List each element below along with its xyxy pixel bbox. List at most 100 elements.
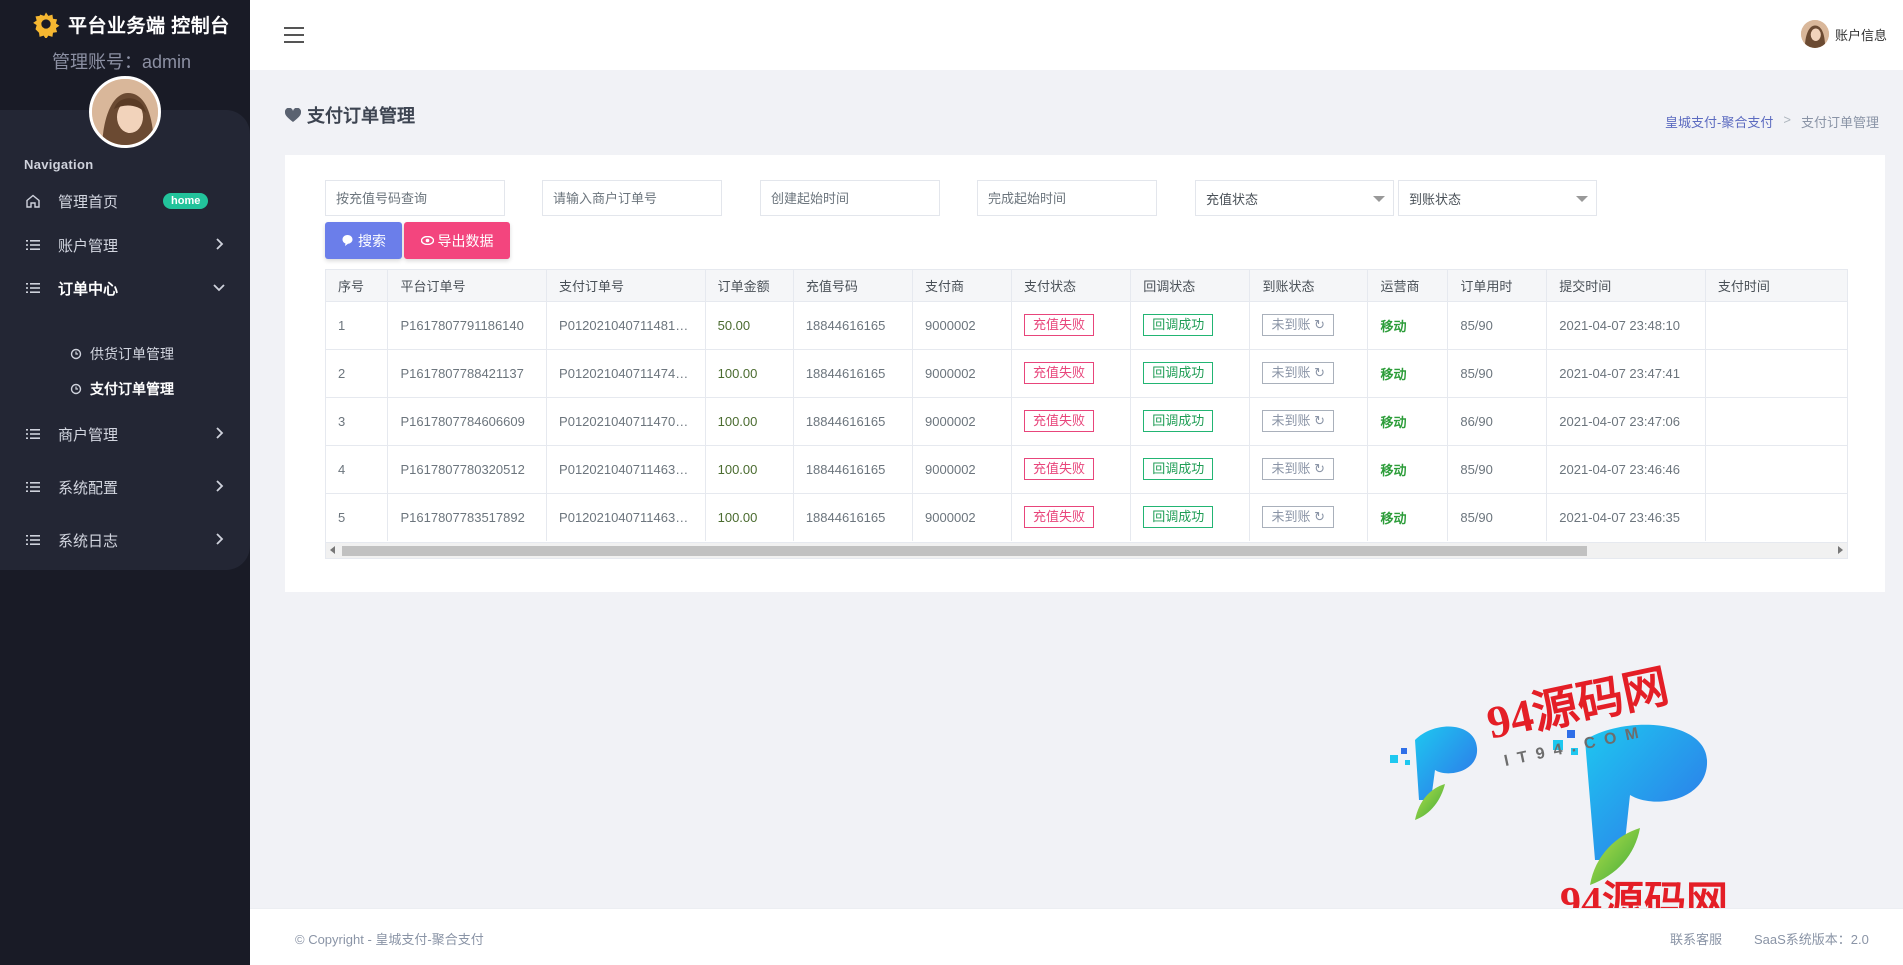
cell-platform-order: P1617807788421137 (387, 348, 548, 397)
carrier-text: 移动 (1380, 318, 1407, 334)
column-header: 支付订单号 (546, 270, 706, 301)
cell-carrier: 移动 (1367, 396, 1449, 445)
create-time-input[interactable] (760, 180, 940, 216)
sidebar-item-home[interactable]: 管理首页 home (0, 181, 250, 221)
cell-submit-time: 2021-04-07 23:46:35 (1546, 492, 1706, 541)
sidebar-item-label: 系统日志 (58, 532, 119, 550)
status-badge: 回调成功 (1143, 458, 1214, 480)
refresh-arrival-button[interactable]: 未到账 ↻ (1262, 458, 1334, 480)
refresh-icon: ↻ (1314, 413, 1325, 428)
sidebar-item-label: 账户管理 (58, 237, 119, 255)
cell-pay-order: P0120210407114634... (546, 492, 706, 541)
avatar (1800, 20, 1829, 48)
cell-no: 3 (326, 396, 389, 445)
cell-phone: 18844616165 (793, 348, 914, 397)
sidebar-item-merchants[interactable]: 商户管理 (0, 414, 250, 454)
column-header: 运营商 (1367, 270, 1449, 301)
sidebar-item-settings[interactable]: 系统配置 (0, 467, 250, 507)
list-icon (24, 279, 42, 297)
cell-payer: 9000002 (912, 444, 1012, 493)
recharge-number-input[interactable] (325, 180, 505, 216)
cell-no: 5 (326, 492, 389, 541)
table-row[interactable]: 2 P1617807788421137 P0120210407114741...… (326, 348, 1847, 397)
chevron-right-icon (216, 480, 224, 492)
cell-arrival-status: 未到账 ↻ (1249, 444, 1369, 493)
status-badge: 充值失败 (1024, 506, 1095, 529)
table-row[interactable]: 5 P1617807783517892 P0120210407114634...… (326, 492, 1847, 541)
sidebar: 平台业务端 控制台 管理账号：admin Navigation 管理首页 hom… (0, 0, 250, 965)
list-icon (24, 531, 42, 549)
cell-pay-status: 充值失败 (1011, 444, 1132, 493)
contact-support-link[interactable]: 联系客服 (1670, 929, 1722, 948)
status-badge: 充值失败 (1024, 410, 1095, 432)
table-row[interactable]: 4 P1617807780320512 P0120210407114630...… (326, 444, 1847, 493)
page-title: 支付订单管理 (285, 102, 415, 128)
cell-pay-time (1705, 492, 1847, 541)
breadcrumb-separator: > (1783, 112, 1791, 127)
cell-carrier: 移动 (1367, 444, 1449, 493)
cell-submit-time: 2021-04-07 23:47:06 (1546, 396, 1706, 445)
scroll-right-icon[interactable] (1838, 546, 1843, 554)
topbar: 账户信息 (250, 0, 1903, 70)
cell-amount: 100.00 (705, 444, 794, 493)
brand[interactable]: 平台业务端 控制台 (32, 10, 230, 38)
sidebar-subitem-supply-orders[interactable]: 供货订单管理 (70, 339, 174, 369)
list-icon (24, 478, 42, 496)
cell-platform-order: P1617807791186140 (387, 300, 548, 349)
cell-callback-status: 回调成功 (1130, 348, 1251, 397)
list-icon (24, 236, 42, 254)
menu-toggle-icon[interactable] (284, 27, 304, 43)
refresh-arrival-button[interactable]: 未到账 ↻ (1262, 410, 1334, 432)
cell-callback-status: 回调成功 (1130, 300, 1251, 349)
cell-payer: 9000002 (912, 396, 1012, 445)
status-badge: 充值失败 (1024, 314, 1095, 336)
cell-no: 4 (326, 444, 389, 493)
cell-submit-time: 2021-04-07 23:47:41 (1546, 348, 1706, 397)
refresh-arrival-button[interactable]: 未到账 ↻ (1262, 314, 1334, 336)
cell-pay-order: P0120210407114630... (546, 444, 706, 493)
carrier-text: 移动 (1380, 414, 1407, 430)
search-button[interactable]: 搜索 (325, 222, 402, 259)
table-header-row: 序号 平台订单号 支付订单号 订单金额 充值号码 支付商 支付状态 回调状态 到… (326, 270, 1847, 301)
user-menu[interactable]: 账户信息 (1800, 20, 1887, 48)
table-row[interactable]: 1 P1617807791186140 P0120210407114810...… (326, 300, 1847, 349)
scrollbar-thumb[interactable] (342, 546, 1587, 556)
column-header: 到账状态 (1249, 270, 1369, 301)
watermark-logo-icon (1390, 724, 1708, 885)
arrival-status-select[interactable]: 到账状态 (1398, 180, 1597, 216)
cell-amount: 100.00 (705, 396, 794, 445)
sidebar-subitem-label: 供货订单管理 (90, 346, 174, 362)
column-header: 支付商 (912, 270, 1012, 301)
refresh-arrival-button[interactable]: 未到账 ↻ (1262, 506, 1334, 529)
cell-payer: 9000002 (912, 300, 1012, 349)
cell-callback-status: 回调成功 (1130, 396, 1251, 445)
table-row[interactable]: 3 P1617807784606609 P0120210407114706...… (326, 396, 1847, 445)
sidebar-subitem-pay-orders[interactable]: 支付订单管理 (70, 374, 174, 404)
clock-icon (70, 383, 82, 395)
chevron-down-icon (213, 284, 225, 292)
cell-platform-order: P1617807784606609 (387, 396, 548, 445)
scroll-left-icon[interactable] (330, 546, 335, 554)
footer: © Copyright - 皇城支付-聚合支付 联系客服 SaaS系统版本：2.… (250, 908, 1903, 965)
sidebar-item-logs[interactable]: 系统日志 (0, 520, 250, 560)
gear-logo-icon (33, 12, 60, 38)
sidebar-item-label: 商户管理 (58, 426, 119, 444)
sidebar-item-orders[interactable]: 订单中心 (0, 268, 250, 308)
cell-payer: 9000002 (912, 348, 1012, 397)
watermark: 94源码网 IT94.COM 94源码网 it94.com (1385, 660, 1745, 950)
breadcrumb-link[interactable]: 皇城支付-聚合支付 (1665, 112, 1773, 131)
export-button[interactable]: 导出数据 (404, 222, 510, 259)
refresh-arrival-button[interactable]: 未到账 ↻ (1262, 362, 1334, 384)
sidebar-item-accounts[interactable]: 账户管理 (0, 225, 250, 265)
caret-down-icon (1373, 196, 1385, 202)
status-badge: 回调成功 (1143, 506, 1214, 529)
recharge-status-select[interactable]: 充值状态 (1195, 180, 1394, 216)
cell-arrival-status: 未到账 ↻ (1249, 348, 1369, 397)
cell-duration: 85/90 (1447, 348, 1548, 397)
horizontal-scrollbar[interactable] (326, 542, 1847, 558)
status-badge: 充值失败 (1024, 362, 1095, 384)
finish-time-input[interactable] (977, 180, 1157, 216)
cell-pay-time (1705, 444, 1847, 493)
avatar[interactable] (89, 76, 161, 148)
merchant-order-input[interactable] (542, 180, 722, 216)
